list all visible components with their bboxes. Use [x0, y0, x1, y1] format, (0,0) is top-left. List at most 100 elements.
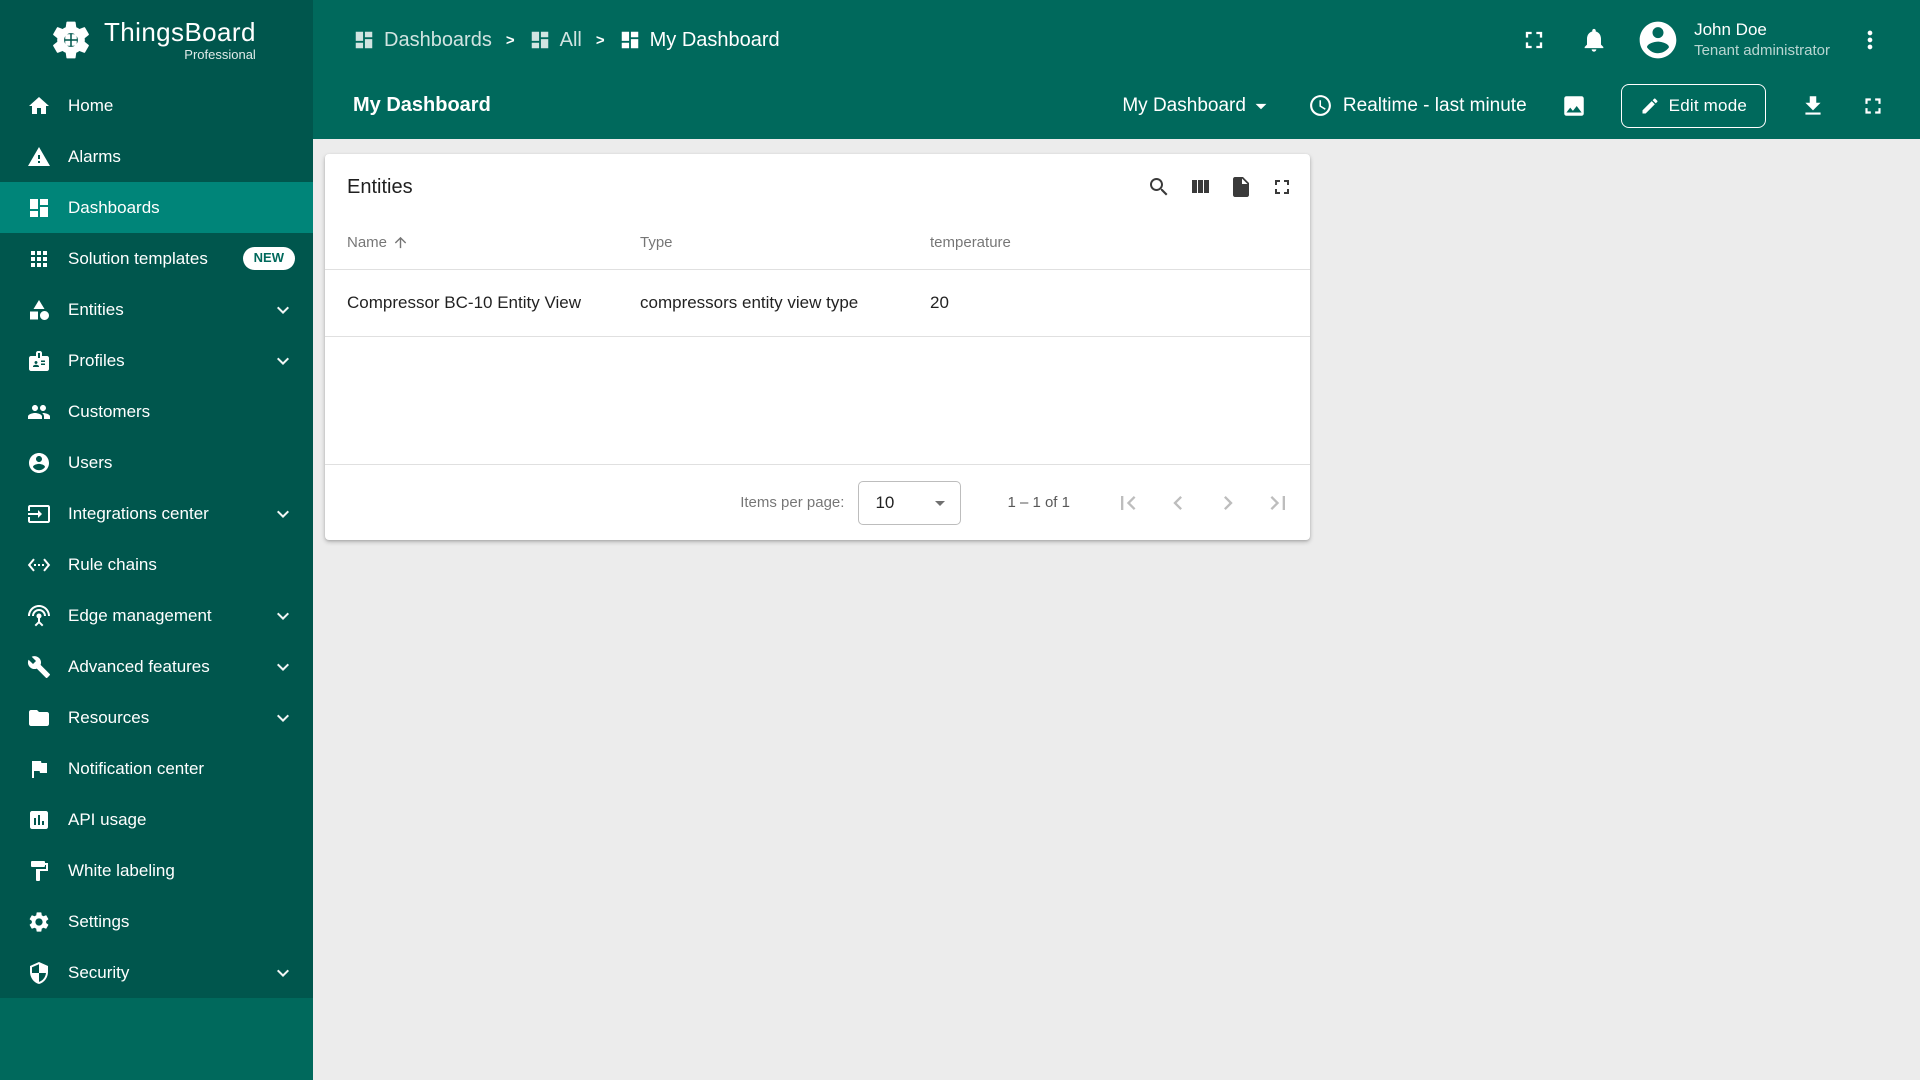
widget-header: Entities — [325, 154, 1310, 216]
sidebar-item-label: Settings — [68, 911, 130, 931]
sidebar-item-notification-center[interactable]: Notification center — [0, 743, 313, 794]
sidebar-item-label: Security — [68, 962, 130, 982]
search-icon[interactable] — [1147, 175, 1171, 199]
dashboard-select[interactable]: My Dashboard — [1122, 93, 1274, 119]
sidebar-item-integrations-center[interactable]: Integrations center — [0, 488, 313, 539]
sidebar-nav: Home Alarms Dashboards Solution template… — [0, 80, 313, 998]
sidebar-item-solution-templates[interactable]: Solution templates NEW — [0, 233, 313, 284]
sidebar-item-label: API usage — [68, 809, 147, 829]
edit-mode-button[interactable]: Edit mode — [1620, 83, 1766, 128]
image-icon[interactable] — [1561, 93, 1587, 119]
chevron-down-icon — [277, 306, 289, 314]
avatar[interactable] — [1636, 18, 1680, 62]
clock-icon — [1310, 95, 1331, 116]
thingsboard-logo[interactable]: ThingsBoard Professional — [0, 0, 313, 80]
home-icon — [29, 96, 49, 114]
dashboards-icon — [531, 31, 548, 49]
breadcrumb-item-my-dashboard[interactable]: My Dashboard — [619, 29, 780, 52]
export-file-icon[interactable] — [1229, 175, 1253, 199]
chevron-down-icon — [277, 969, 289, 977]
sidebar-item-settings[interactable]: Settings — [0, 896, 313, 947]
column-header-temperature[interactable]: temperature — [930, 234, 1310, 251]
widget-actions — [1147, 175, 1294, 199]
sidebar-item-label: Customers — [68, 401, 151, 421]
chevron-down-icon — [277, 663, 289, 671]
items-per-page-value: 10 — [875, 492, 895, 512]
gear-icon — [29, 911, 49, 932]
breadcrumb-separator: > — [505, 31, 515, 49]
sidebar-item-resources[interactable]: Resources — [0, 692, 313, 743]
more-vert-icon[interactable] — [1856, 26, 1884, 54]
last-page-icon[interactable] — [1264, 489, 1292, 517]
sidebar-item-alarms[interactable]: Alarms — [0, 131, 313, 182]
chevron-down-icon — [935, 500, 946, 506]
breadcrumb-item-all[interactable]: All — [529, 29, 582, 52]
tools-icon — [27, 655, 50, 678]
dashboards-icon — [621, 31, 638, 49]
topbar-right: John Doe Tenant administrator — [1520, 18, 1884, 62]
bell-icon[interactable] — [1580, 26, 1608, 54]
sidebar-item-entities[interactable]: Entities — [0, 284, 313, 335]
sidebar-item-home[interactable]: Home — [0, 80, 313, 131]
widget-title: Entities — [347, 175, 413, 198]
sidebar-item-rule-chains[interactable]: Rule chains — [0, 539, 313, 590]
column-header-name[interactable]: Name — [325, 234, 640, 251]
sidebar: ThingsBoard Professional Home Alarms Das… — [0, 0, 313, 1080]
dashboards-icon — [30, 198, 48, 217]
integrations-icon — [28, 504, 50, 523]
sidebar-item-dashboards[interactable]: Dashboards — [0, 182, 313, 233]
table-row[interactable]: Compressor BC-10 Entity View compressors… — [325, 270, 1310, 337]
sidebar-item-label: Resources — [68, 707, 150, 727]
timewindow-button[interactable]: Realtime - last minute — [1308, 93, 1527, 118]
sidebar-item-label: Notification center — [68, 758, 205, 778]
timewindow-label: Realtime - last minute — [1342, 94, 1527, 116]
flag-icon — [32, 760, 47, 778]
sidebar-item-security[interactable]: Security — [0, 947, 313, 998]
sidebar-item-advanced-features[interactable]: Advanced features — [0, 641, 313, 692]
chevron-down-icon — [277, 357, 289, 365]
sidebar-item-edge-management[interactable]: Edge management — [0, 590, 313, 641]
breadcrumb-label: All — [559, 28, 582, 51]
app-name: ThingsBoard — [104, 16, 256, 47]
column-label: temperature — [930, 234, 1011, 251]
sidebar-item-label: Entities — [68, 299, 124, 319]
first-page-icon[interactable] — [1114, 489, 1142, 517]
chevron-down-icon — [277, 612, 289, 620]
breadcrumb-separator: > — [595, 31, 605, 49]
table-empty-space — [325, 337, 1310, 464]
profiles-icon — [29, 350, 49, 371]
breadcrumb-label: Dashboards — [384, 28, 492, 51]
sidebar-item-label: Profiles — [68, 350, 125, 370]
download-icon[interactable] — [1800, 93, 1826, 119]
fullscreen-icon[interactable] — [1270, 175, 1294, 199]
dashboard-select-value: My Dashboard — [1122, 94, 1246, 116]
breadcrumb-item-dashboards[interactable]: Dashboards — [353, 29, 492, 52]
column-label: Name — [347, 234, 388, 251]
fullscreen-icon[interactable] — [1860, 93, 1886, 119]
logo-text: ThingsBoard Professional — [104, 16, 256, 62]
sidebar-item-api-usage[interactable]: API usage — [0, 794, 313, 845]
user-circle-icon — [29, 452, 49, 473]
column-header-type[interactable]: Type — [640, 234, 930, 251]
warning-icon — [28, 146, 50, 166]
sidebar-item-label: Integrations center — [68, 503, 209, 523]
table-header-row: Name Type temperature — [325, 216, 1310, 270]
fullscreen-icon[interactable] — [1520, 26, 1548, 54]
chart-icon — [30, 810, 48, 829]
prev-page-icon[interactable] — [1164, 489, 1192, 517]
items-per-page-label: Items per page: — [740, 494, 845, 511]
items-per-page-select[interactable]: 10 — [858, 480, 962, 525]
sidebar-item-customers[interactable]: Customers — [0, 386, 313, 437]
sidebar-item-label: Alarms — [68, 146, 121, 166]
paginator-buttons — [1114, 489, 1292, 517]
breadcrumb: Dashboards > All > My Dashboard — [353, 29, 780, 52]
sidebar-item-label: White labeling — [68, 860, 175, 880]
user-info: John Doe Tenant administrator — [1694, 19, 1830, 61]
chevron-down-icon — [277, 510, 289, 518]
sidebar-item-white-labeling[interactable]: White labeling — [0, 845, 313, 896]
sidebar-item-profiles[interactable]: Profiles — [0, 335, 313, 386]
sidebar-item-users[interactable]: Users — [0, 437, 313, 488]
paginator-range: 1 – 1 of 1 — [1007, 494, 1070, 511]
columns-icon[interactable] — [1188, 175, 1212, 199]
next-page-icon[interactable] — [1214, 489, 1242, 517]
